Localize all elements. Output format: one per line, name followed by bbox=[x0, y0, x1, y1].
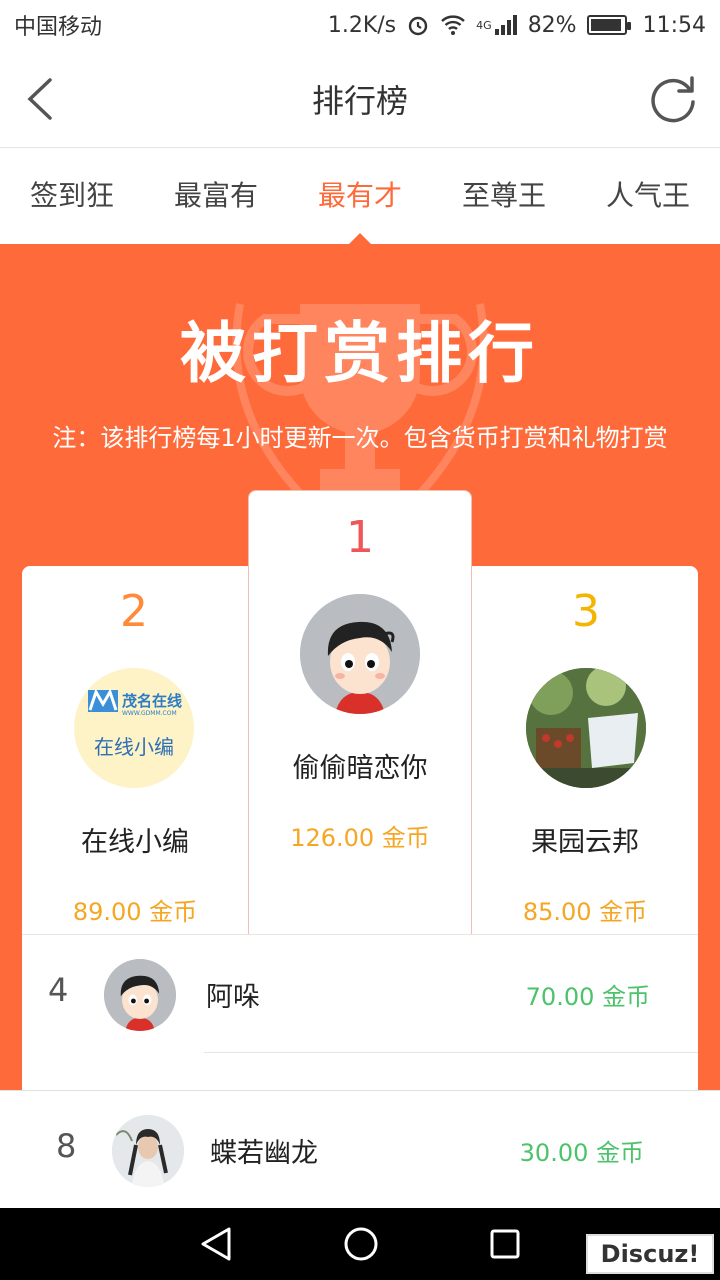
rank-2-score: 89.00 金币 bbox=[72, 898, 198, 926]
rank-1-score: 126.00 金币 bbox=[290, 824, 430, 852]
alarm-icon bbox=[408, 16, 428, 36]
rank-3-score: 85.00 金币 bbox=[522, 898, 648, 926]
carrier-label: 中国移动 bbox=[14, 15, 103, 40]
discuz-watermark: Discuz! bbox=[586, 1234, 714, 1274]
app-header: 排行榜 bbox=[0, 50, 720, 148]
ranking-panel: 被打赏排行 注：该排行榜每1小时更新一次。包含货币打赏和礼物打赏 2 茂名在线 … bbox=[0, 244, 720, 1090]
rank-2-number: 2 bbox=[120, 586, 148, 637]
rank-1-name: 偷偷暗恋你 bbox=[292, 753, 428, 784]
my-name: 蝶若幽龙 bbox=[210, 1138, 318, 1169]
rank-1-number: 1 bbox=[346, 512, 374, 563]
rank-3-name: 果园云邦 bbox=[531, 827, 639, 858]
tab-talented[interactable]: 最有才 bbox=[288, 148, 432, 244]
tab-bar: 签到狂 最富有 最有才 至尊王 人气王 bbox=[0, 148, 720, 244]
list-score: 70.00 金币 bbox=[525, 983, 650, 1011]
banner-note: 注：该排行榜每1小时更新一次。包含货币打赏和礼物打赏 bbox=[52, 424, 668, 452]
list-item-partial[interactable] bbox=[22, 1053, 698, 1090]
svg-text:茂名在线: 茂名在线 bbox=[122, 692, 182, 710]
cartoon-boy-avatar-icon bbox=[104, 959, 176, 1031]
nav-home-icon[interactable] bbox=[343, 1226, 379, 1262]
battery-percent: 82% bbox=[527, 12, 577, 38]
rank-2-name: 在线小编 bbox=[81, 827, 189, 858]
refresh-icon[interactable] bbox=[646, 72, 700, 126]
network-speed: 1.2K/s bbox=[327, 12, 397, 38]
avatar-rank-1[interactable] bbox=[300, 594, 420, 714]
list-item[interactable]: 4 阿哚 70.00 金币 bbox=[22, 935, 698, 1053]
my-score: 30.00 金币 bbox=[519, 1139, 644, 1167]
status-bar: 中国移动 1.2K/s 4G 82% 11:54 bbox=[0, 0, 720, 50]
avatar bbox=[104, 959, 176, 1031]
tab-richest[interactable]: 最富有 bbox=[144, 148, 288, 244]
list-name: 阿哚 bbox=[206, 982, 260, 1013]
tab-supreme[interactable]: 至尊王 bbox=[432, 148, 576, 244]
rank-3-number: 3 bbox=[572, 586, 600, 637]
svg-text:在线小编: 在线小编 bbox=[94, 735, 174, 759]
svg-text:WWW.GDMM.COM: WWW.GDMM.COM bbox=[122, 710, 177, 717]
cartoon-boy-avatar-icon bbox=[300, 594, 420, 714]
tab-popular[interactable]: 人气王 bbox=[576, 148, 720, 244]
banner-title: 被打赏排行 bbox=[180, 315, 540, 392]
system-nav-bar: Discuz! bbox=[0, 1208, 720, 1280]
list-rank: 4 bbox=[48, 971, 69, 1009]
signal-icon bbox=[494, 15, 517, 35]
wifi-icon bbox=[441, 15, 465, 35]
my-rank-bar[interactable]: 8 蝶若幽龙 30.00 金币 bbox=[0, 1090, 720, 1208]
my-rank-number: 8 bbox=[56, 1127, 77, 1165]
my-avatar bbox=[112, 1115, 184, 1187]
avatar-rank-3[interactable] bbox=[526, 668, 646, 788]
clock: 11:54 bbox=[642, 12, 706, 38]
avatar-rank-2[interactable]: 茂名在线 WWW.GDMM.COM 在线小编 bbox=[74, 668, 194, 788]
orchard-photo-icon bbox=[526, 668, 646, 788]
page-title: 排行榜 bbox=[311, 81, 408, 120]
user-photo-icon bbox=[112, 1115, 184, 1187]
nav-back-icon[interactable] bbox=[199, 1226, 233, 1262]
network-type: 4G bbox=[476, 18, 492, 32]
site-logo-icon: 茂名在线 WWW.GDMM.COM 在线小编 bbox=[88, 688, 182, 759]
nav-recents-icon[interactable] bbox=[489, 1228, 521, 1260]
back-arrow-icon[interactable] bbox=[16, 74, 66, 124]
battery-icon bbox=[586, 15, 631, 35]
tab-signin[interactable]: 签到狂 bbox=[0, 148, 144, 244]
